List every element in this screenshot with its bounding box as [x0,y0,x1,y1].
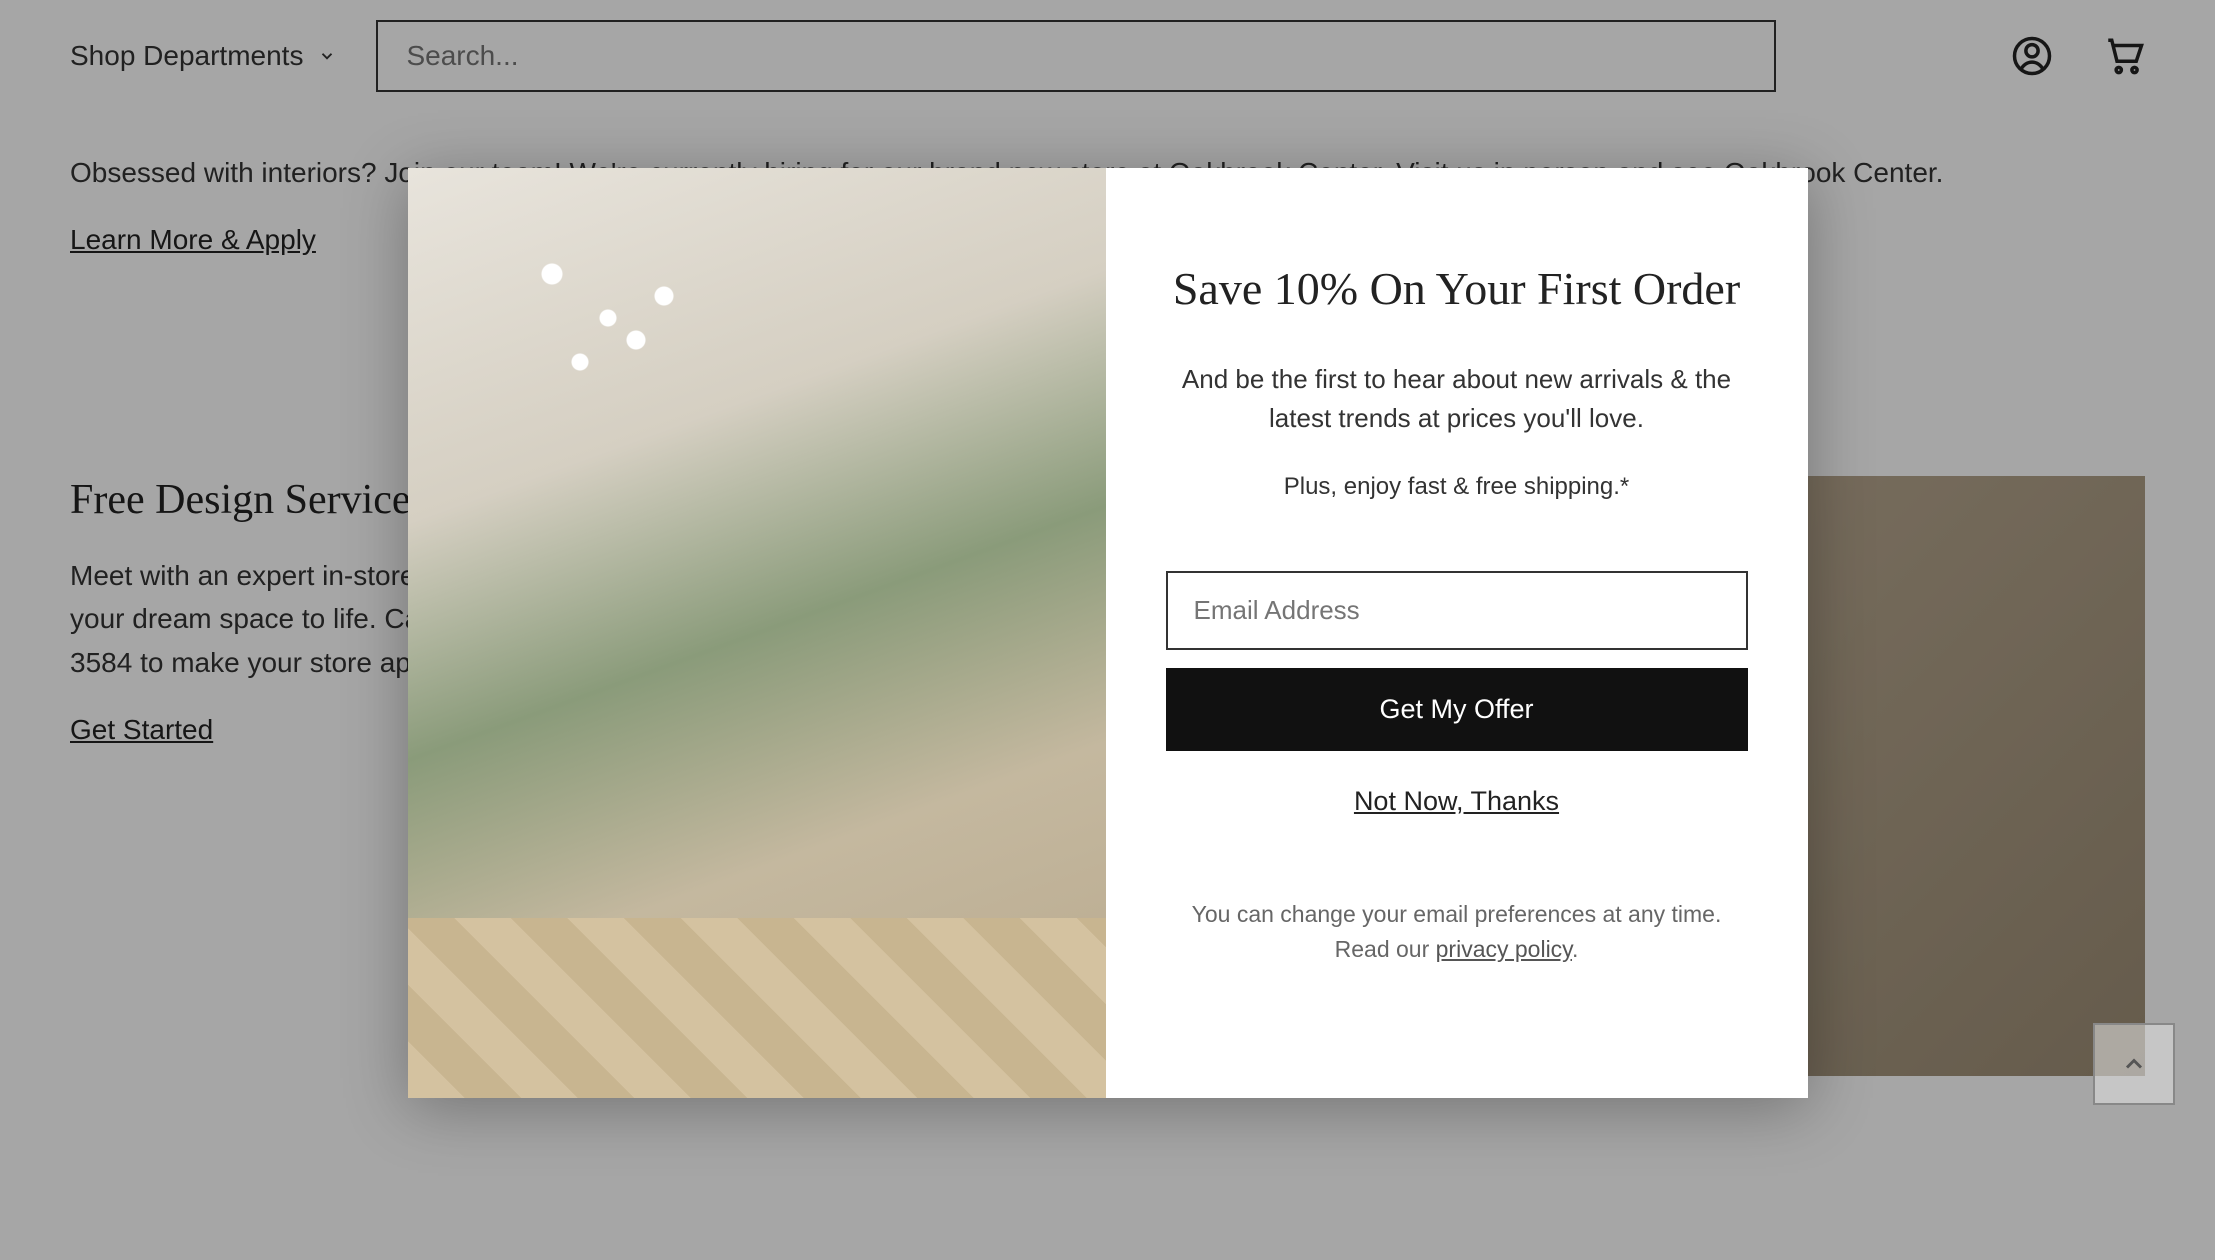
privacy-policy-link[interactable]: privacy policy [1436,936,1572,962]
get-offer-button[interactable]: Get My Offer [1166,668,1748,751]
scroll-to-top-button[interactable] [2093,1023,2175,1105]
signup-modal: Save 10% On Your First Order And be the … [408,168,1808,1098]
modal-content: Save 10% On Your First Order And be the … [1106,168,1808,1098]
modal-subtitle: And be the first to hear about new arriv… [1166,360,1748,438]
chevron-up-icon [2120,1050,2148,1078]
modal-title: Save 10% On Your First Order [1166,258,1748,320]
modal-shipping-text: Plus, enjoy fast & free shipping.* [1166,473,1748,501]
modal-hero-image [408,168,1106,1098]
modal-footer-line1: You can change your email preferences at… [1166,897,1748,932]
not-now-link[interactable]: Not Now, Thanks [1166,786,1748,817]
email-field[interactable] [1166,571,1748,650]
modal-footer: You can change your email preferences at… [1166,897,1748,966]
modal-footer-line2: Read our privacy policy. [1166,932,1748,967]
